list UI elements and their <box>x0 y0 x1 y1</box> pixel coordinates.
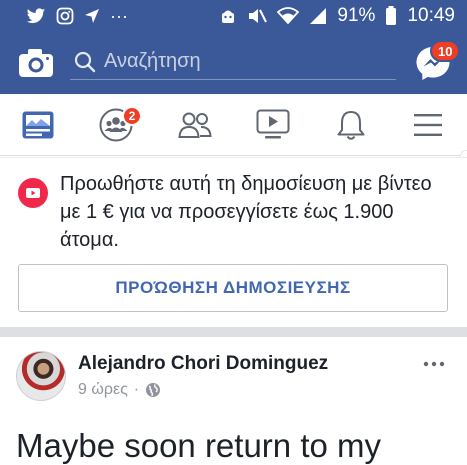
status-left-icons: ··· <box>26 6 128 27</box>
status-right-icons: 91% 10:49 <box>219 5 455 27</box>
more-options-icon <box>423 361 445 367</box>
search-placeholder: Αναζήτηση <box>104 50 201 72</box>
status-bar: ··· 91% 10:49 <box>0 0 467 32</box>
watch-video-icon <box>256 109 290 141</box>
mute-icon <box>247 7 268 25</box>
post-time[interactable]: 9 ώρες <box>78 381 128 399</box>
signal-icon <box>309 7 327 25</box>
instagram-icon <box>56 7 74 25</box>
groups-badge: 2 <box>122 106 142 126</box>
friends-icon <box>178 110 212 140</box>
location-arrow-icon <box>84 8 100 24</box>
public-globe-icon <box>145 382 161 398</box>
promote-message: Προωθήστε αυτή τη δημοσίευση με βίντεο μ… <box>60 173 432 251</box>
battery-percent: 91% <box>337 5 376 26</box>
messenger-badge: 10 <box>430 40 461 62</box>
tab-friends[interactable] <box>175 106 215 144</box>
twitter-icon <box>26 7 46 25</box>
promote-card: Προωθήστε αυτή τη δημοσίευση με βίντεο μ… <box>0 157 467 327</box>
menu-icon <box>413 112 443 138</box>
clock: 10:49 <box>407 5 455 26</box>
wifi-icon <box>277 7 300 25</box>
promote-post-button[interactable]: ΠΡΟΏΘΗΣΗ ΔΗΜΟΣΙΕΥΣΗΣ <box>18 264 448 312</box>
post-meta: 9 ώρες · <box>78 381 161 399</box>
notifications-bell-icon <box>336 109 366 141</box>
camera-button[interactable] <box>16 43 56 83</box>
search-icon <box>74 51 96 73</box>
tab-menu[interactable] <box>408 106 448 144</box>
post-author[interactable]: Alejandro Chori Dominguez <box>78 353 328 375</box>
post-text: Maybe soon return to my <box>16 427 381 464</box>
promote-video-icon <box>18 178 48 208</box>
search-input[interactable]: Αναζήτηση <box>70 44 396 80</box>
feed-divider <box>0 327 467 337</box>
feed-post: Alejandro Chori Dominguez 9 ώρες · Maybe… <box>0 337 467 464</box>
author-avatar[interactable] <box>16 351 66 401</box>
post-options-button[interactable] <box>420 351 448 371</box>
tab-watch[interactable] <box>253 106 293 144</box>
tab-notifications[interactable] <box>331 106 371 144</box>
meta-separator: · <box>133 381 140 398</box>
tab-news-feed[interactable] <box>18 106 58 144</box>
camera-icon <box>18 48 54 78</box>
top-bar: Αναζήτηση <box>0 32 467 94</box>
nav-bar <box>0 94 467 156</box>
news-feed-icon <box>21 110 55 140</box>
more-notifications-dots: ··· <box>110 5 128 26</box>
android-robot-icon <box>219 7 237 25</box>
battery-icon <box>385 6 397 26</box>
